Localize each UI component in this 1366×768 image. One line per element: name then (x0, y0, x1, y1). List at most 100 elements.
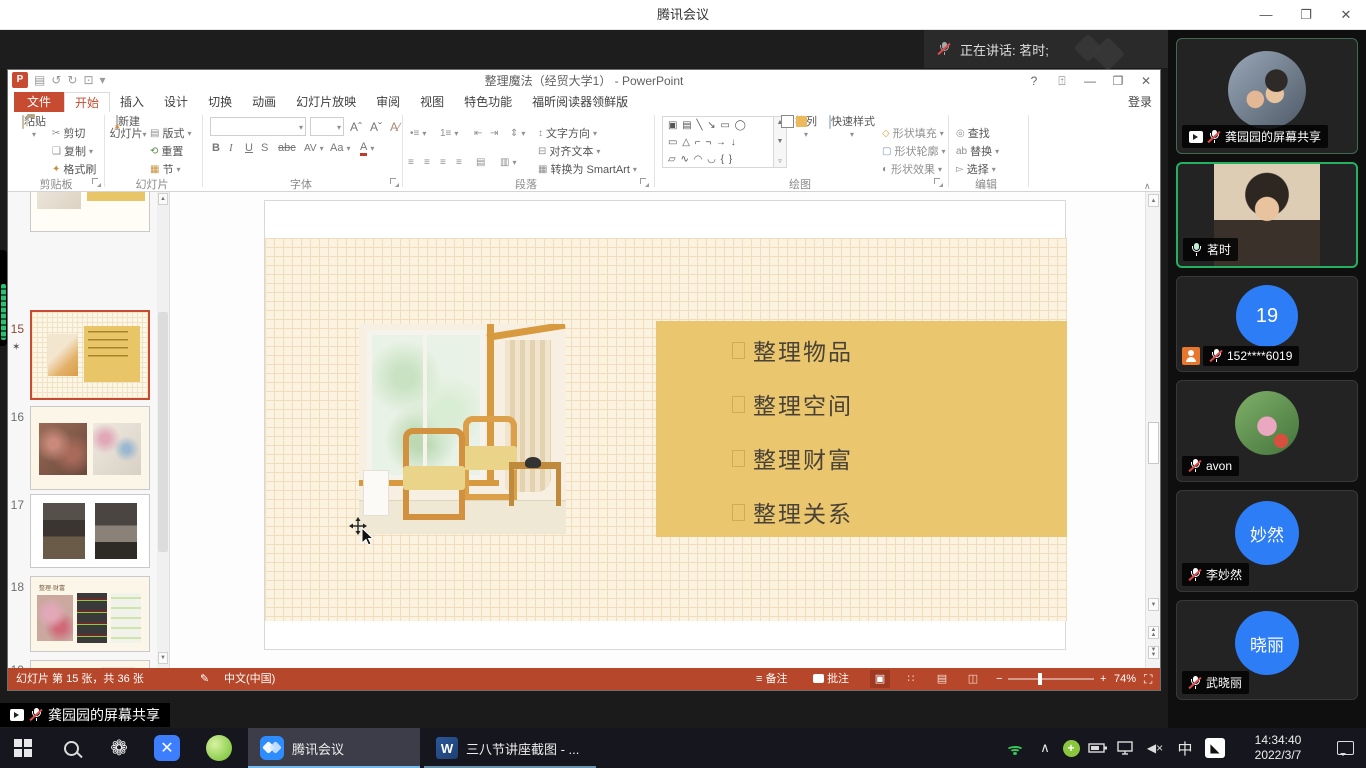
zoom-slider[interactable] (1008, 678, 1094, 680)
search-button[interactable] (48, 728, 94, 768)
bullets-button[interactable]: •≡▾ (410, 125, 426, 141)
font-name-combo[interactable]: ▾ (210, 117, 306, 136)
tab-design[interactable]: 设计 (154, 92, 198, 112)
ppt-restore-icon[interactable]: ❐ (1104, 70, 1132, 92)
next-slide-icon[interactable]: ▼▼ (1148, 646, 1159, 659)
font-color-button[interactable]: A▾ (360, 140, 374, 156)
clipboard-dialog-launcher-icon[interactable] (92, 178, 101, 187)
minimize-icon[interactable]: — (1246, 0, 1286, 30)
section-button[interactable]: ▦节▾ (150, 161, 180, 177)
ribbon-display-options-icon[interactable]: ⍐ (1048, 70, 1076, 92)
find-button[interactable]: ◎查找 (956, 125, 990, 141)
slide-thumbnail-16[interactable] (30, 406, 150, 490)
shape-fill-button[interactable]: ◇形状填充▾ (882, 125, 944, 141)
tab-insert[interactable]: 插入 (110, 92, 154, 112)
participant-tile-video[interactable]: 茗时 (1176, 162, 1358, 268)
tab-review[interactable]: 审阅 (366, 92, 410, 112)
line-spacing-button[interactable]: ⇕▾ (510, 125, 525, 141)
paste-button[interactable]: 粘贴▾ (16, 116, 52, 141)
room-photo[interactable] (359, 324, 566, 534)
notes-button[interactable]: ≡ 备注 (756, 668, 787, 690)
distribute-icon[interactable]: ▤ (476, 154, 485, 170)
pinned-app-browser[interactable] (196, 728, 242, 768)
decrease-indent-icon[interactable]: ⇤ (474, 125, 482, 141)
battery-tray-icon[interactable] (1084, 728, 1112, 768)
pinned-app-flower[interactable]: ❁ (96, 728, 142, 768)
start-button[interactable] (0, 728, 46, 768)
help-button[interactable]: ? (1020, 70, 1048, 92)
tab-file[interactable]: 文件 (14, 92, 64, 112)
shrink-font-button[interactable]: Aˇ (370, 119, 382, 135)
shapes-gallery[interactable]: ▣ ▤ ╲ ↘ ▭ ◯ ▭ △ ⌐ ¬ → ↓ ▱ ∿ ◠ ◡ { } (662, 116, 774, 168)
shape-outline-button[interactable]: ▢形状轮廓▾ (882, 143, 945, 159)
reading-view-icon[interactable]: ▤ (932, 670, 952, 688)
slide-thumbnail-14[interactable] (30, 192, 150, 232)
pinned-app-thunder[interactable]: ✕ (144, 728, 190, 768)
bold-button[interactable]: B (212, 140, 220, 156)
align-right-icon[interactable]: ≡ (440, 154, 446, 170)
zoom-slider-thumb[interactable] (1038, 673, 1042, 685)
slide-thumbnail-19[interactable]: 整理·心境 (30, 660, 150, 668)
character-spacing-button[interactable]: AV▾ (304, 140, 324, 156)
zoom-in-icon[interactable]: + (1100, 668, 1106, 690)
slide-scrollbar[interactable]: ▲ ▼ ▲▲ ▼▼ (1145, 192, 1160, 668)
shape-effects-button[interactable]: ◐形状效果▾ (882, 161, 942, 177)
tray-360-icon[interactable]: + (1058, 728, 1084, 768)
participant-tile[interactable]: avon (1176, 380, 1358, 482)
volume-muted-tray-icon[interactable]: ◀× (1140, 728, 1170, 768)
quick-styles-button[interactable]: 快速样式▾ (826, 116, 878, 141)
ime-language-indicator[interactable]: 中 (1172, 728, 1198, 768)
format-painter-button[interactable]: ✦格式刷 (52, 161, 96, 177)
redo-icon[interactable]: ↻ (67, 73, 77, 87)
participant-tile[interactable]: 妙然 李妙然 (1176, 490, 1358, 592)
save-icon[interactable]: ▤ (34, 73, 45, 87)
slide-bullet[interactable]: 整理财富 (732, 441, 853, 475)
comments-button[interactable]: 批注 (813, 668, 849, 690)
start-slideshow-icon[interactable]: ⊡ (83, 73, 93, 87)
reset-button[interactable]: ⟲重置 (150, 143, 183, 159)
taskbar-word-document[interactable]: W 三八节讲座截图 - ... (424, 728, 596, 768)
align-left-icon[interactable]: ≡ (408, 154, 414, 170)
scrollbar-thumb[interactable] (1148, 422, 1159, 464)
action-center-icon[interactable] (1326, 728, 1364, 768)
arrange-button[interactable]: 排列▾ (788, 116, 824, 141)
ime-mode-icon[interactable]: ◣ (1200, 728, 1230, 768)
spellcheck-icon[interactable]: ✎ (200, 668, 209, 690)
zoom-out-icon[interactable]: − (996, 668, 1002, 690)
slide-thumbnail-15[interactable] (30, 310, 150, 400)
layout-button[interactable]: ▤版式▾ (150, 125, 191, 141)
replace-button[interactable]: ab替换▾ (956, 143, 999, 159)
text-direction-button[interactable]: ↕文字方向▾ (538, 125, 597, 141)
qat-customize-icon[interactable]: ▾ (100, 73, 106, 87)
scroll-down-icon[interactable]: ▼ (158, 652, 168, 664)
align-center-icon[interactable]: ≡ (424, 154, 430, 170)
tab-home[interactable]: 开始 (64, 92, 110, 112)
tray-expand-icon[interactable]: ∧ (1032, 728, 1058, 768)
slide-bullet[interactable]: 整理空间 (732, 387, 853, 421)
tab-animations[interactable]: 动画 (242, 92, 286, 112)
tab-slideshow[interactable]: 幻灯片放映 (286, 92, 366, 112)
strikethrough-button[interactable]: abc (278, 140, 296, 156)
thumbnail-scrollbar[interactable]: ▲ ▼ (157, 192, 169, 668)
scroll-up-icon[interactable]: ▲ (1148, 194, 1159, 207)
slide-sorter-view-icon[interactable]: ∷ (901, 670, 921, 688)
tab-special-features[interactable]: 特色功能 (454, 92, 522, 112)
sign-in-link[interactable]: 登录 (1128, 92, 1152, 112)
language-indicator[interactable]: 中文(中国) (224, 668, 275, 690)
slide-text-box[interactable]: 整理物品 整理空间 整理财富 整理关系 (656, 321, 1067, 537)
copy-button[interactable]: ❏复制▾ (52, 143, 93, 159)
slide-canvas[interactable]: 整理物品 整理空间 整理财富 整理关系 (264, 200, 1066, 650)
taskbar-tencent-meeting[interactable]: 腾讯会议 (248, 728, 420, 768)
slide-bullet[interactable]: 整理关系 (732, 495, 853, 529)
participant-tile[interactable]: 晓丽 武晓丽 (1176, 600, 1358, 700)
slideshow-view-icon[interactable]: ◫ (963, 670, 983, 688)
select-button[interactable]: ▻选择▾ (956, 161, 996, 177)
tab-transitions[interactable]: 切换 (198, 92, 242, 112)
change-case-button[interactable]: Aa▾ (330, 140, 350, 156)
scroll-up-icon[interactable]: ▲ (158, 193, 168, 205)
slide-bullet[interactable]: 整理物品 (732, 333, 853, 367)
scrollbar-thumb[interactable] (158, 312, 168, 552)
slide-thumbnail-17[interactable] (30, 494, 150, 568)
numbering-button[interactable]: 1≡▾ (440, 125, 458, 141)
slide-thumbnail-18[interactable]: 整理·财富 (30, 576, 150, 652)
